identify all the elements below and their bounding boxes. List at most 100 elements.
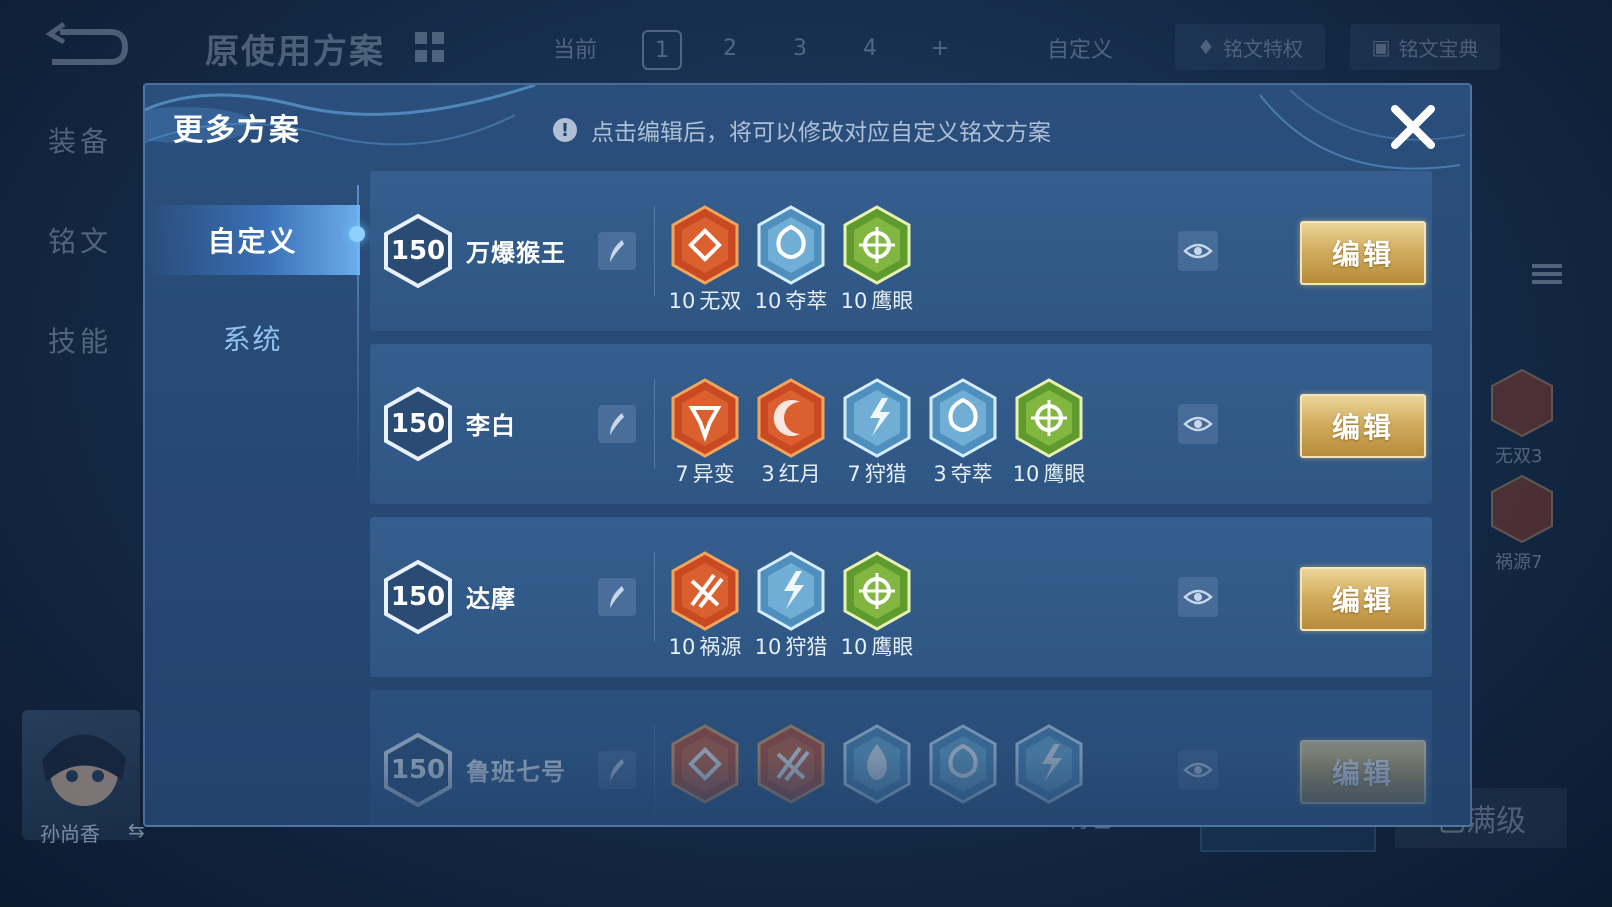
privilege-button[interactable]: ♦ 铭文特权 bbox=[1175, 24, 1325, 70]
plan-name: 达摩 bbox=[466, 585, 516, 613]
rune-label: 10 鹰眼 bbox=[826, 631, 928, 661]
preview-button[interactable] bbox=[1178, 404, 1218, 444]
rune-name: 鹰眼 bbox=[1043, 462, 1086, 486]
plan-level: 150 bbox=[390, 409, 446, 439]
tab-custom-plans[interactable]: 自定义 bbox=[145, 205, 360, 275]
tab-custom[interactable]: 自定义 bbox=[1040, 30, 1120, 66]
grid-icon[interactable] bbox=[415, 32, 445, 62]
background-top-bar: 原使用方案 当前 1 2 3 4 + 自定义 ♦ 铭文特权 ▣ 铭文宝典 bbox=[0, 0, 1612, 96]
rune-count: 10 bbox=[840, 635, 868, 659]
rune-slot: 10 狩猎 bbox=[754, 551, 827, 663]
edit-button[interactable]: 编辑 bbox=[1300, 567, 1426, 631]
side-rune-huoyuan-icon bbox=[1491, 474, 1553, 544]
rune-slot bbox=[842, 724, 912, 825]
preview-button[interactable] bbox=[1178, 231, 1218, 271]
more-plans-dialog: 更多方案 ! 点击编辑后，将可以修改对应自定义铭文方案 自定义 系统 150 万爆… bbox=[143, 83, 1472, 827]
rune-count: 3 bbox=[761, 462, 775, 486]
rune-slot: 10 祸源 bbox=[669, 551, 741, 663]
rune-slot bbox=[928, 724, 998, 825]
menu-icon[interactable] bbox=[1532, 262, 1562, 286]
side-menu-skill[interactable]: 技能 bbox=[48, 320, 112, 360]
rune-slot: 7 异变 bbox=[670, 378, 740, 490]
plan-level: 150 bbox=[390, 236, 446, 266]
side-rune-wushuang-icon bbox=[1491, 368, 1553, 438]
info-icon: ! bbox=[553, 118, 577, 142]
row-divider bbox=[654, 379, 655, 469]
rune-count: 10 bbox=[1012, 462, 1040, 486]
codex-icon: ▣ bbox=[1371, 35, 1391, 59]
side-rune-wushuang-label: 无双3 bbox=[1495, 446, 1543, 467]
eye-icon bbox=[1183, 762, 1213, 778]
plan-name: 万爆猴王 bbox=[466, 239, 566, 267]
codex-button[interactable]: ▣ 铭文宝典 bbox=[1350, 24, 1500, 70]
rename-button[interactable] bbox=[598, 232, 636, 270]
plan-row: 150 达摩 10 祸源 10 狩猎 10 鹰眼 编辑 bbox=[370, 517, 1432, 677]
eye-icon bbox=[1183, 416, 1213, 432]
plan-list[interactable]: 150 万爆猴王 10 无双 10 夺萃 10 鹰眼 编辑 150 李白 7 异变 3 红月 7 狩猎 3 夺萃 10… bbox=[370, 171, 1450, 825]
rune-name: 鹰眼 bbox=[871, 635, 914, 659]
plan-row: 150 万爆猴王 10 无双 10 夺萃 10 鹰眼 编辑 bbox=[370, 171, 1432, 331]
row-divider bbox=[654, 206, 655, 296]
rune-count: 7 bbox=[675, 462, 689, 486]
plan-level: 150 bbox=[390, 755, 446, 785]
tab-slot-1[interactable]: 1 bbox=[642, 30, 682, 70]
preview-button[interactable] bbox=[1178, 577, 1218, 617]
tab-slot-2[interactable]: 2 bbox=[712, 30, 748, 66]
plan-name: 李白 bbox=[466, 412, 516, 440]
rune-name: 鹰眼 bbox=[871, 289, 914, 313]
rune-count: 10 bbox=[840, 289, 868, 313]
edit-button[interactable]: 编辑 bbox=[1300, 394, 1426, 458]
plan-level: 150 bbox=[390, 582, 446, 612]
rune-name: 无双 bbox=[699, 289, 742, 313]
close-icon bbox=[1391, 105, 1435, 149]
edit-button[interactable]: 编辑 bbox=[1300, 740, 1426, 804]
rune-label: 10 鹰眼 bbox=[826, 285, 928, 315]
row-divider bbox=[654, 725, 655, 815]
pencil-icon bbox=[610, 413, 624, 435]
side-menu-rune[interactable]: 铭文 bbox=[48, 220, 112, 260]
rename-button[interactable] bbox=[598, 751, 636, 789]
rune-slot: 3 夺萃 bbox=[928, 378, 998, 490]
rune-name: 夺萃 bbox=[785, 289, 828, 313]
rune-count: 7 bbox=[847, 462, 861, 486]
rune-slot bbox=[1014, 724, 1084, 825]
info-text: 点击编辑后，将可以修改对应自定义铭文方案 bbox=[591, 120, 1051, 146]
plan-row: 150 李白 7 异变 3 红月 7 狩猎 3 夺萃 10 鹰眼 编辑 bbox=[370, 344, 1432, 504]
rune-count: 3 bbox=[933, 462, 947, 486]
back-arrow-icon[interactable] bbox=[40, 20, 130, 70]
codex-label: 铭文宝典 bbox=[1398, 36, 1479, 61]
rune-slot: 10 夺萃 bbox=[754, 205, 828, 317]
tab-current[interactable]: 当前 bbox=[545, 30, 605, 66]
rune-name: 夺萃 bbox=[950, 462, 993, 486]
rune-slot: 10 无双 bbox=[668, 205, 742, 317]
rune-slot bbox=[670, 724, 740, 825]
tab-slot-4[interactable]: 4 bbox=[852, 30, 888, 66]
rune-count: 10 bbox=[754, 289, 782, 313]
rune-label: 10 鹰眼 bbox=[998, 458, 1100, 488]
privilege-icon: ♦ bbox=[1197, 35, 1215, 59]
plan-row: 150 鲁班七号 编辑 bbox=[370, 690, 1432, 825]
rune-slot bbox=[756, 724, 826, 825]
hero-name: 孙尚香 bbox=[40, 822, 100, 846]
rune-slot: 10 鹰眼 bbox=[841, 205, 913, 317]
rune-slot: 10 鹰眼 bbox=[841, 551, 913, 663]
pencil-icon bbox=[610, 240, 624, 262]
rune-count: 10 bbox=[754, 635, 782, 659]
rune-label bbox=[998, 804, 1100, 825]
tab-slot-3[interactable]: 3 bbox=[782, 30, 818, 66]
side-menu-equipment[interactable]: 装备 bbox=[48, 120, 112, 160]
rename-button[interactable] bbox=[598, 578, 636, 616]
eye-icon bbox=[1183, 243, 1213, 259]
plan-type-nav: 自定义 系统 bbox=[145, 195, 360, 815]
plan-name: 鲁班七号 bbox=[466, 758, 566, 786]
edit-button[interactable]: 编辑 bbox=[1300, 221, 1426, 285]
info-message: ! 点击编辑后，将可以修改对应自定义铭文方案 bbox=[553, 113, 1051, 147]
rename-button[interactable] bbox=[598, 405, 636, 443]
background-title: 原使用方案 bbox=[205, 32, 385, 72]
tab-system-plans[interactable]: 系统 bbox=[145, 303, 360, 373]
close-button[interactable] bbox=[1385, 99, 1441, 155]
tab-add[interactable]: + bbox=[922, 30, 958, 66]
preview-button[interactable] bbox=[1178, 750, 1218, 790]
rune-name: 狩猎 bbox=[864, 462, 907, 486]
rune-count: 10 bbox=[668, 289, 696, 313]
